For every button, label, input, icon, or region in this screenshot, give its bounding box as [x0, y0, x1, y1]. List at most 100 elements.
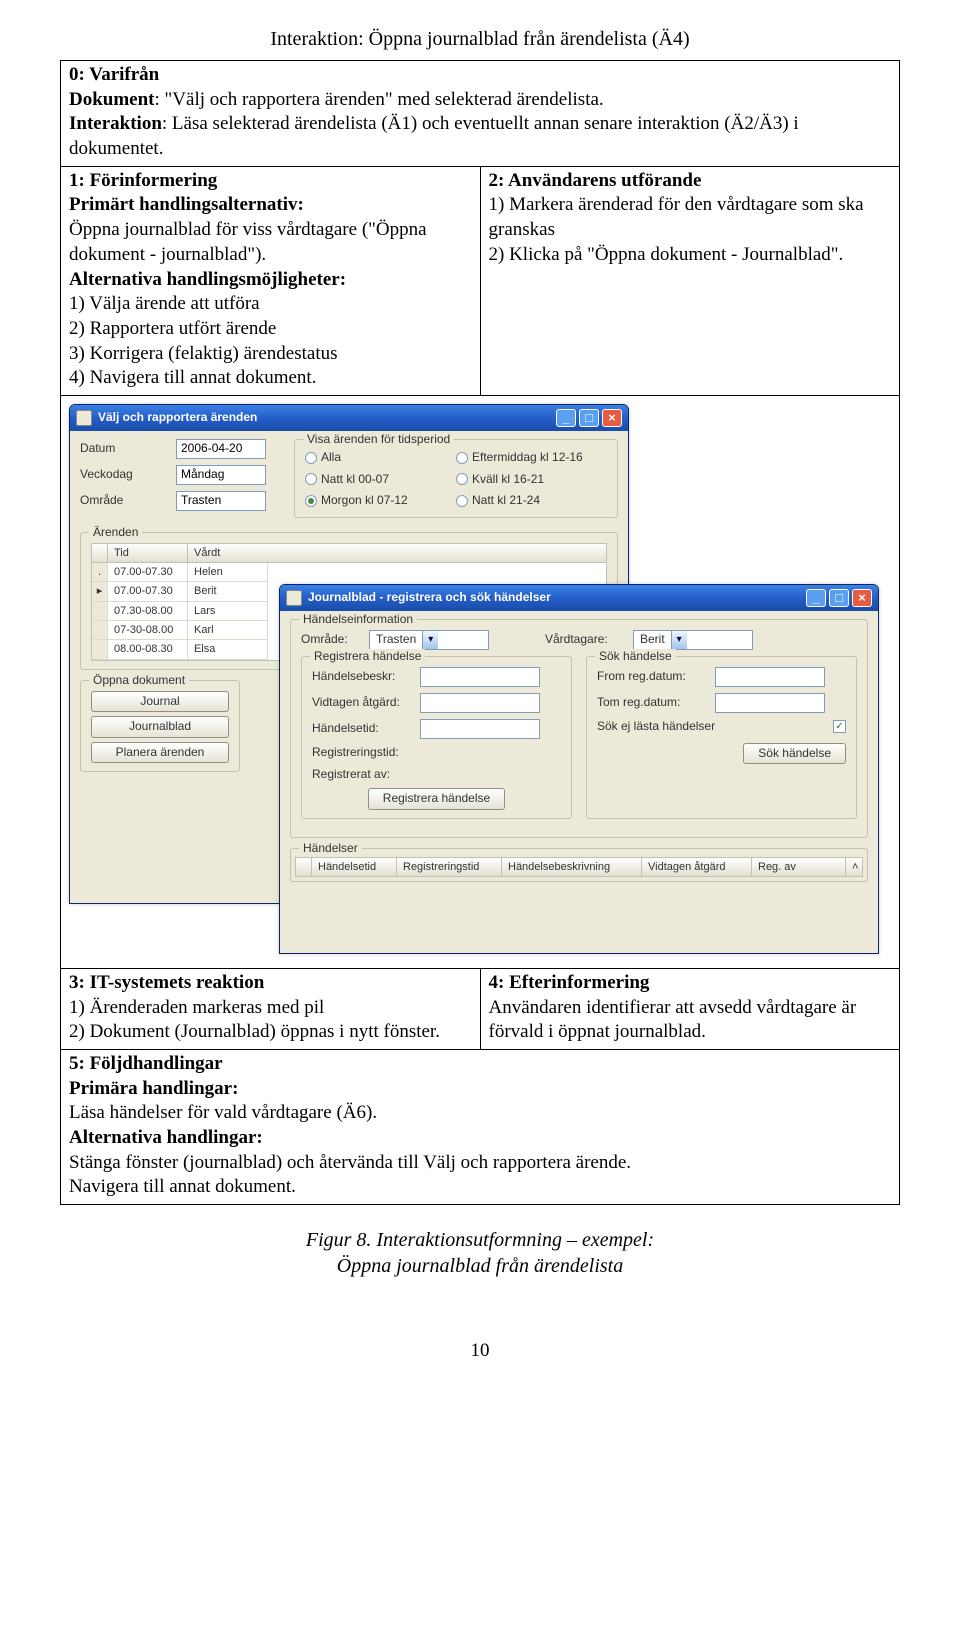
page-number: 10: [60, 1339, 900, 1364]
row5-b2t1: Stänga fönster (journalblad) och återvän…: [69, 1152, 631, 1173]
veckodag-label: Veckodag: [80, 467, 168, 483]
sok-group-title: Sök händelse: [595, 649, 676, 665]
omrade-field[interactable]: Trasten: [176, 491, 266, 511]
radio-kvall[interactable]: Kväll kl 16-21: [456, 472, 607, 488]
window-journalblad: Journalblad - registrera och sök händels…: [279, 584, 879, 954]
row1-right-li1: 1) Markera ärenderad för den vårdtagare …: [489, 194, 864, 240]
tom-label: Tom reg.datum:: [597, 695, 707, 711]
row1-left-b2l: Alternativa handlingsmöjligheter:: [69, 269, 346, 290]
close-button[interactable]: ×: [852, 589, 872, 607]
figure-caption-1: Figur 8. Interaktionsutformning – exempe…: [60, 1227, 900, 1253]
screenshot-area: Välj och rapportera ärenden _ □ ×: [69, 404, 891, 954]
journalblad-button[interactable]: Journalblad: [91, 716, 229, 738]
interaction-table: 0: Varifrån Dokument: "Välj och rapporte…: [60, 60, 900, 1205]
row5-h: 5: Följdhandlingar: [69, 1053, 223, 1074]
arenden-table-header: Tid Vårdt: [91, 543, 607, 563]
planera-arenden-button[interactable]: Planera ärenden: [91, 742, 229, 764]
vardtagare-label: Vårdtagare:: [545, 632, 625, 648]
radio-morgon[interactable]: Morgon kl 07-12: [305, 493, 456, 509]
from-label: From reg.datum:: [597, 669, 707, 685]
window-title: Journalblad - registrera och sök händels…: [308, 590, 806, 606]
row1-left-h: 1: Förinformering: [69, 170, 217, 191]
ejlasta-label: Sök ej lästa händelser: [597, 719, 825, 735]
radio-natt00[interactable]: Natt kl 00-07: [305, 472, 456, 488]
row5-cell: 5: Följdhandlingar Primära handlingar: L…: [61, 1050, 900, 1205]
figure-caption-2: Öppna journalblad från ärendelista: [60, 1253, 900, 1279]
row1-left-li2: 2) Rapportera utfört ärende: [69, 318, 276, 339]
app-icon: [76, 410, 92, 426]
window-title: Välj och rapportera ärenden: [98, 410, 556, 426]
col-tid[interactable]: Tid: [108, 544, 188, 562]
chevron-down-icon: ▾: [422, 631, 438, 649]
row0-l2b: : Läsa selekterad ärendelista (Ä1) och e…: [69, 113, 799, 159]
app-icon: [286, 590, 302, 606]
table-row: .07.00-07.30Helen: [92, 563, 606, 582]
handelser-header: Händelsetid Registreringstid Händelsebes…: [295, 857, 863, 877]
hbeskr-field[interactable]: [420, 667, 540, 687]
titlebar[interactable]: Journalblad - registrera och sök händels…: [280, 585, 878, 611]
row0-l2a: Interaktion: [69, 113, 162, 134]
minimize-button[interactable]: _: [806, 589, 826, 607]
row1-left-b1l: Primärt handlingsalternativ:: [69, 194, 304, 215]
close-button[interactable]: ×: [602, 409, 622, 427]
radio-eftermiddag[interactable]: Eftermiddag kl 12-16: [456, 450, 607, 466]
atgard-field[interactable]: [420, 693, 540, 713]
datum-field[interactable]: 2006-04-20: [176, 439, 266, 459]
tom-field[interactable]: [715, 693, 825, 713]
maximize-button[interactable]: □: [579, 409, 599, 427]
row1-left-li1: 1) Välja ärende att utföra: [69, 293, 260, 314]
row3-right-t: Användaren identifierar att avsedd vårdt…: [489, 997, 857, 1043]
row3-left-h: 3: IT-systemets reaktion: [69, 972, 264, 993]
htid-field[interactable]: [420, 719, 540, 739]
row3-left: 3: IT-systemets reaktion 1) Ärenderaden …: [61, 968, 481, 1049]
maximize-button[interactable]: □: [829, 589, 849, 607]
regav-label: Registrerat av:: [312, 767, 412, 783]
row0-l1b: : "Välj och rapportera ärenden" med sele…: [155, 89, 604, 110]
row5-b1l: Primära handlingar:: [69, 1078, 238, 1099]
row1-right-h: 2: Användarens utförande: [489, 170, 702, 191]
row1-right: 2: Användarens utförande 1) Markera ären…: [480, 166, 900, 395]
row1-right-li2: 2) Klicka på "Öppna dokument - Journalbl…: [489, 244, 844, 265]
row3-right: 4: Efterinformering Användaren identifie…: [480, 968, 900, 1049]
datum-label: Datum: [80, 441, 168, 457]
row1-left-b1t: Öppna journalblad för viss vårdtagare ("…: [69, 219, 427, 265]
scroll-up-icon[interactable]: ˄: [846, 858, 862, 876]
registrera-group-title: Registrera händelse: [310, 649, 425, 665]
radio-alla[interactable]: Alla: [305, 450, 456, 466]
journal-button[interactable]: Journal: [91, 691, 229, 713]
col-vidtagen-atgard[interactable]: Vidtagen åtgärd: [642, 858, 752, 876]
col-registreringstid[interactable]: Registreringstid: [397, 858, 502, 876]
doc-title: Interaktion: Öppna journalblad från ären…: [60, 26, 900, 52]
vardtagare-combo[interactable]: Berit▾: [633, 630, 753, 650]
veckodag-field[interactable]: Måndag: [176, 465, 266, 485]
sok-handelse-button[interactable]: Sök händelse: [743, 743, 846, 765]
col-handelsetid[interactable]: Händelsetid: [312, 858, 397, 876]
row1-left: 1: Förinformering Primärt handlingsalter…: [61, 166, 481, 395]
minimize-button[interactable]: _: [556, 409, 576, 427]
handelser-group-title: Händelser: [299, 841, 362, 857]
row5-b2l: Alternativa handlingar:: [69, 1127, 263, 1148]
row0-heading: 0: Varifrån: [69, 64, 159, 85]
row1-left-li3: 3) Korrigera (felaktig) ärendestatus: [69, 343, 338, 364]
ejlasta-checkbox[interactable]: ✓: [833, 720, 846, 733]
period-group-title: Visa ärenden för tidsperiod: [303, 432, 454, 448]
omrade-combo[interactable]: Trasten▾: [369, 630, 489, 650]
from-field[interactable]: [715, 667, 825, 687]
htid-label: Händelsetid:: [312, 721, 412, 737]
hbeskr-label: Händelsebeskr:: [312, 669, 412, 685]
opendoc-group-title: Öppna dokument: [89, 673, 189, 689]
arenden-group-title: Ärenden: [89, 525, 142, 541]
row0-l1a: Dokument: [69, 89, 155, 110]
atgard-label: Vidtagen åtgärd:: [312, 695, 412, 711]
omrade-label: Område: [80, 493, 168, 509]
regtid-label: Registreringstid:: [312, 745, 412, 761]
radio-natt21[interactable]: Natt kl 21-24: [456, 493, 607, 509]
col-reg-av[interactable]: Reg. av: [752, 858, 846, 876]
row5-b2t2: Navigera till annat dokument.: [69, 1176, 296, 1197]
row3-left-li1: 1) Ärenderaden markeras med pil: [69, 997, 324, 1018]
row3-right-h: 4: Efterinformering: [489, 972, 650, 993]
titlebar[interactable]: Välj och rapportera ärenden _ □ ×: [70, 405, 628, 431]
col-handelsebeskrivning[interactable]: Händelsebeskrivning: [502, 858, 642, 876]
col-vardt[interactable]: Vårdt: [188, 544, 268, 562]
registrera-handelse-button[interactable]: Registrera händelse: [368, 788, 505, 810]
